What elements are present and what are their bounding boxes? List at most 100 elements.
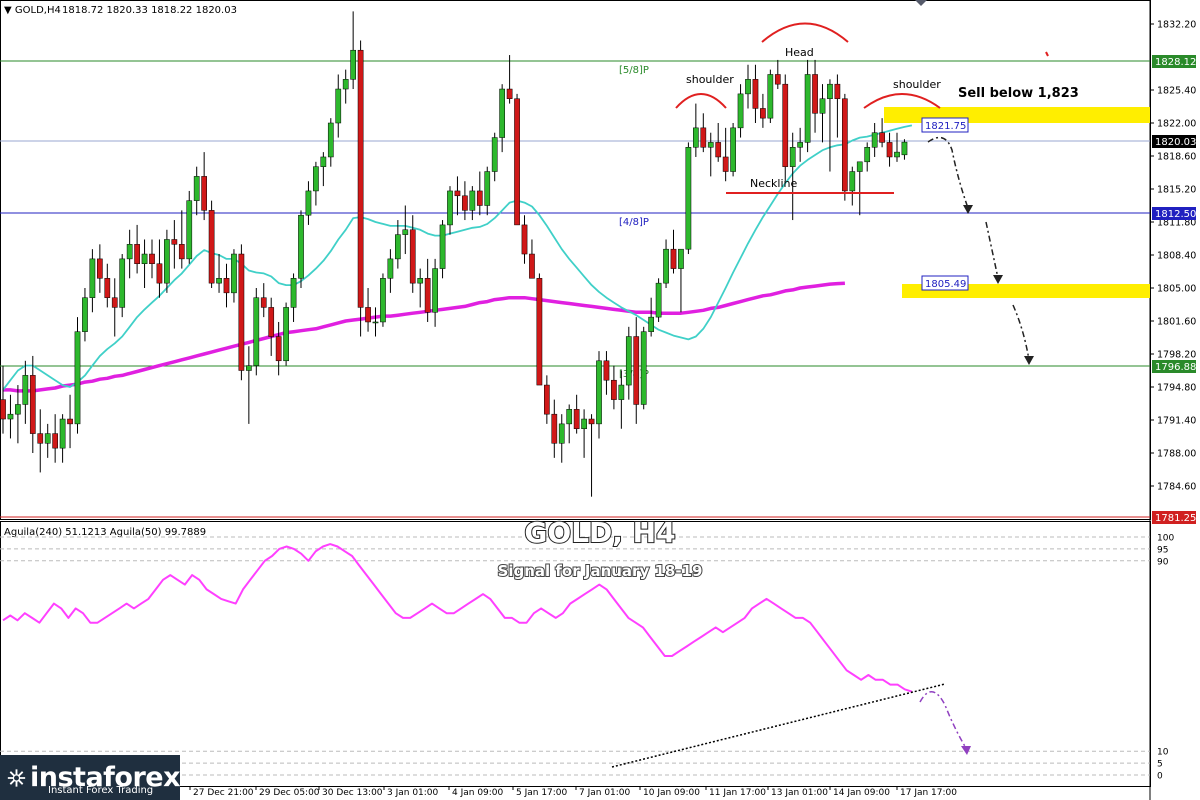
time-tick-label: 14 Jan 09:00 — [833, 788, 890, 798]
candle-body — [238, 253, 245, 371]
candle-body — [670, 248, 677, 269]
candle-body — [298, 214, 304, 279]
candle-body — [663, 248, 669, 284]
price-tick-label: 1818.60 — [1157, 152, 1196, 163]
price-tick-label: 1815.20 — [1157, 185, 1196, 196]
candle-body — [707, 142, 714, 148]
candle-body — [82, 297, 88, 332]
candle-body — [357, 49, 364, 308]
current-price-text: 1820.03 — [1155, 137, 1196, 148]
candle-body — [439, 224, 446, 269]
candle-body — [484, 171, 491, 206]
p48-price-text: 1812.50 — [1155, 209, 1196, 220]
price-tick-label: 1794.80 — [1157, 383, 1196, 394]
arrow-head-3-icon — [1024, 356, 1034, 365]
candle-body — [97, 258, 103, 279]
price-tick-label: 1822.00 — [1157, 119, 1196, 130]
candle-body — [111, 297, 118, 308]
candle-body — [290, 278, 297, 308]
candle-body — [506, 88, 513, 99]
candle-body — [685, 147, 692, 250]
price-tick-label: 1808.40 — [1157, 251, 1196, 262]
ema-slow-line — [3, 281, 845, 393]
ema-fast-value: 1821.75 — [925, 121, 966, 132]
time-tick-label: 29 Dec 05:00 — [259, 788, 320, 798]
time-tick-label: 4 Jan 09:00 — [452, 788, 504, 798]
candle-body — [655, 282, 662, 318]
oscillator-label: Aguila(240) 51.1213 Aguila(50) 99.7889 — [4, 527, 206, 538]
scroll-indicator-icon[interactable] — [915, 0, 927, 6]
oscillator-tick-label: 95 — [1157, 545, 1168, 555]
candle-body — [89, 258, 96, 298]
candle-body — [320, 156, 327, 167]
candle-body — [22, 375, 29, 405]
time-tick-label: 30 Dec 13:00 — [322, 788, 383, 798]
red-tick-mark — [1045, 51, 1049, 57]
candle-body — [104, 278, 111, 298]
candle-body — [387, 258, 394, 279]
candle-body — [581, 418, 587, 429]
candle-body — [178, 244, 185, 260]
murrey-4-8-label: [4/8]P — [619, 217, 649, 228]
candle-body — [804, 74, 811, 143]
time-tick-label: 13 Jan 01:00 — [771, 788, 828, 798]
candle-body — [745, 79, 751, 95]
candle-body — [305, 190, 312, 216]
candle-body — [514, 98, 520, 226]
candle-body — [246, 365, 252, 371]
candle-body — [849, 171, 856, 192]
price-tick-label: 1825.40 — [1157, 86, 1196, 97]
candle-body — [812, 74, 818, 114]
candle-body — [193, 176, 200, 201]
candle-body — [648, 316, 654, 332]
candle-body — [186, 200, 193, 260]
candle-body — [566, 409, 573, 425]
candle-body — [797, 142, 803, 148]
candle-body — [0, 399, 6, 420]
candle-body — [454, 190, 461, 197]
candle-body — [216, 278, 222, 284]
candle-body — [573, 409, 580, 429]
candle-body — [372, 321, 379, 324]
candle-body — [886, 142, 893, 158]
murrey-5-8-label: [5/8]P — [619, 65, 649, 76]
low-price-text: 1781.25 — [1155, 513, 1196, 524]
signal-text: Sell below 1,823 — [958, 86, 1079, 101]
oscillator-tick-label: 0 — [1157, 772, 1163, 782]
candle-body — [15, 404, 21, 415]
candle-body — [737, 93, 744, 129]
price-chart: ▼ GOLD,H4 1818.72 1820.33 1818.22 1820.0… — [0, 0, 1196, 800]
candle-body — [611, 379, 617, 400]
candle-body — [536, 278, 543, 386]
candle-body — [149, 253, 155, 264]
candle-body — [59, 418, 66, 449]
left-shoulder-label: shoulder — [686, 73, 734, 86]
candle-body — [201, 176, 208, 211]
candle-body — [544, 384, 550, 415]
candle-body — [342, 79, 349, 90]
candle-body — [67, 418, 73, 425]
candle-body — [722, 156, 729, 172]
candle-body — [871, 132, 878, 148]
candle-body — [424, 278, 431, 313]
candle-body — [171, 239, 178, 245]
candle-body — [275, 336, 282, 362]
candle-body — [827, 83, 833, 99]
candle-body — [395, 234, 401, 260]
candle-body — [268, 307, 275, 337]
candle-body — [842, 98, 848, 192]
candle-body — [7, 413, 14, 420]
oscillator-tick-label: 5 — [1157, 760, 1163, 770]
candle-body — [588, 418, 595, 425]
candle-body — [402, 229, 409, 235]
candle-body — [462, 195, 468, 211]
candle-body — [409, 229, 416, 284]
candle-body — [44, 433, 51, 444]
time-tick-label: 3 Jan 01:00 — [387, 788, 439, 798]
oscillator-path — [2, 543, 913, 693]
candle-body — [126, 244, 133, 260]
candle-body — [417, 278, 424, 284]
candle-body — [313, 166, 319, 192]
brand-tagline: Instant Forex Trading — [48, 785, 154, 796]
candle-body — [164, 239, 170, 284]
